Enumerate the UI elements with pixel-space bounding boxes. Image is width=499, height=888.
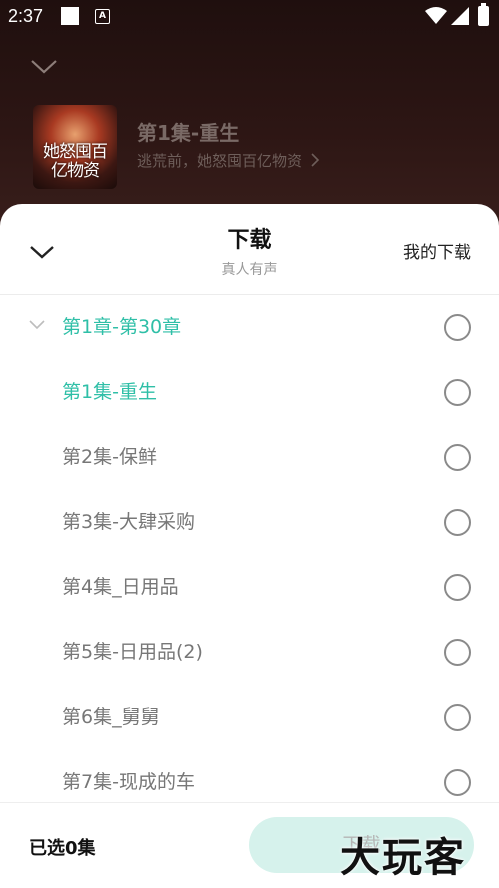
episode-label: 第1集-重生: [62, 381, 157, 403]
status-bar: 2:37 A: [0, 0, 499, 32]
cover-title: 她怒囤百亿物资: [43, 142, 108, 181]
episode-row[interactable]: 第4集_日用品: [0, 555, 499, 620]
wifi-icon: [425, 7, 447, 24]
episode-row[interactable]: 第1集-重生: [0, 360, 499, 425]
album-name: 逃荒前，她怒囤百亿物资: [137, 152, 303, 170]
radio-empty-icon[interactable]: [444, 379, 471, 406]
episode-label: 第2集-保鲜: [62, 446, 157, 468]
signal-icon: [451, 7, 469, 25]
keyboard-badge-icon: A: [95, 9, 110, 24]
episode-list: 第1章-第30章 第1集-重生 第2集-保鲜 第3集-大肆采购 第4集_日用品 …: [0, 295, 499, 802]
radio-empty-icon[interactable]: [444, 769, 471, 796]
chapter-group-label: 第1章-第30章: [62, 316, 182, 338]
radio-empty-icon[interactable]: [444, 639, 471, 666]
episode-row[interactable]: 第2集-保鲜: [0, 425, 499, 490]
notification-icon: [61, 7, 79, 25]
sheet-header: 下载 真人有声 我的下载: [0, 204, 499, 295]
chapter-group-row[interactable]: 第1章-第30章: [0, 295, 499, 360]
episode-row[interactable]: 第3集-大肆采购: [0, 490, 499, 555]
episode-label: 第4集_日用品: [62, 576, 179, 598]
my-downloads-link[interactable]: 我的下载: [403, 238, 471, 263]
chevron-down-icon[interactable]: [29, 319, 45, 330]
radio-empty-icon[interactable]: [444, 574, 471, 601]
episode-label: 第6集_舅舅: [62, 706, 160, 728]
radio-empty-icon[interactable]: [444, 314, 471, 341]
selected-count: 已选0集: [29, 838, 96, 859]
episode-label: 第5集-日用品(2): [62, 641, 203, 663]
episode-row[interactable]: 第5集-日用品(2): [0, 620, 499, 685]
radio-empty-icon[interactable]: [444, 444, 471, 471]
album-cover[interactable]: 她怒囤百亿物资: [33, 105, 117, 189]
radio-empty-icon[interactable]: [444, 509, 471, 536]
episode-row[interactable]: 第6集_舅舅: [0, 685, 499, 750]
download-sheet: 下载 真人有声 我的下载 第1章-第30章 第1集-重生 第2集-保鲜 第3集-…: [0, 204, 499, 888]
episode-label: 第7集-现成的车: [62, 771, 195, 793]
now-playing-subtitle[interactable]: 逃荒前，她怒囤百亿物资: [137, 150, 320, 171]
collapse-player-icon[interactable]: [30, 58, 58, 76]
radio-empty-icon[interactable]: [444, 704, 471, 731]
status-time: 2:37: [8, 6, 44, 26]
episode-row[interactable]: 第7集-现成的车: [0, 750, 499, 802]
watermark: 大玩客: [340, 834, 466, 881]
episode-label: 第3集-大肆采购: [62, 511, 195, 533]
battery-icon: [478, 3, 489, 26]
now-playing-title: 第1集-重生: [137, 121, 240, 145]
chevron-right-icon: [311, 153, 319, 167]
